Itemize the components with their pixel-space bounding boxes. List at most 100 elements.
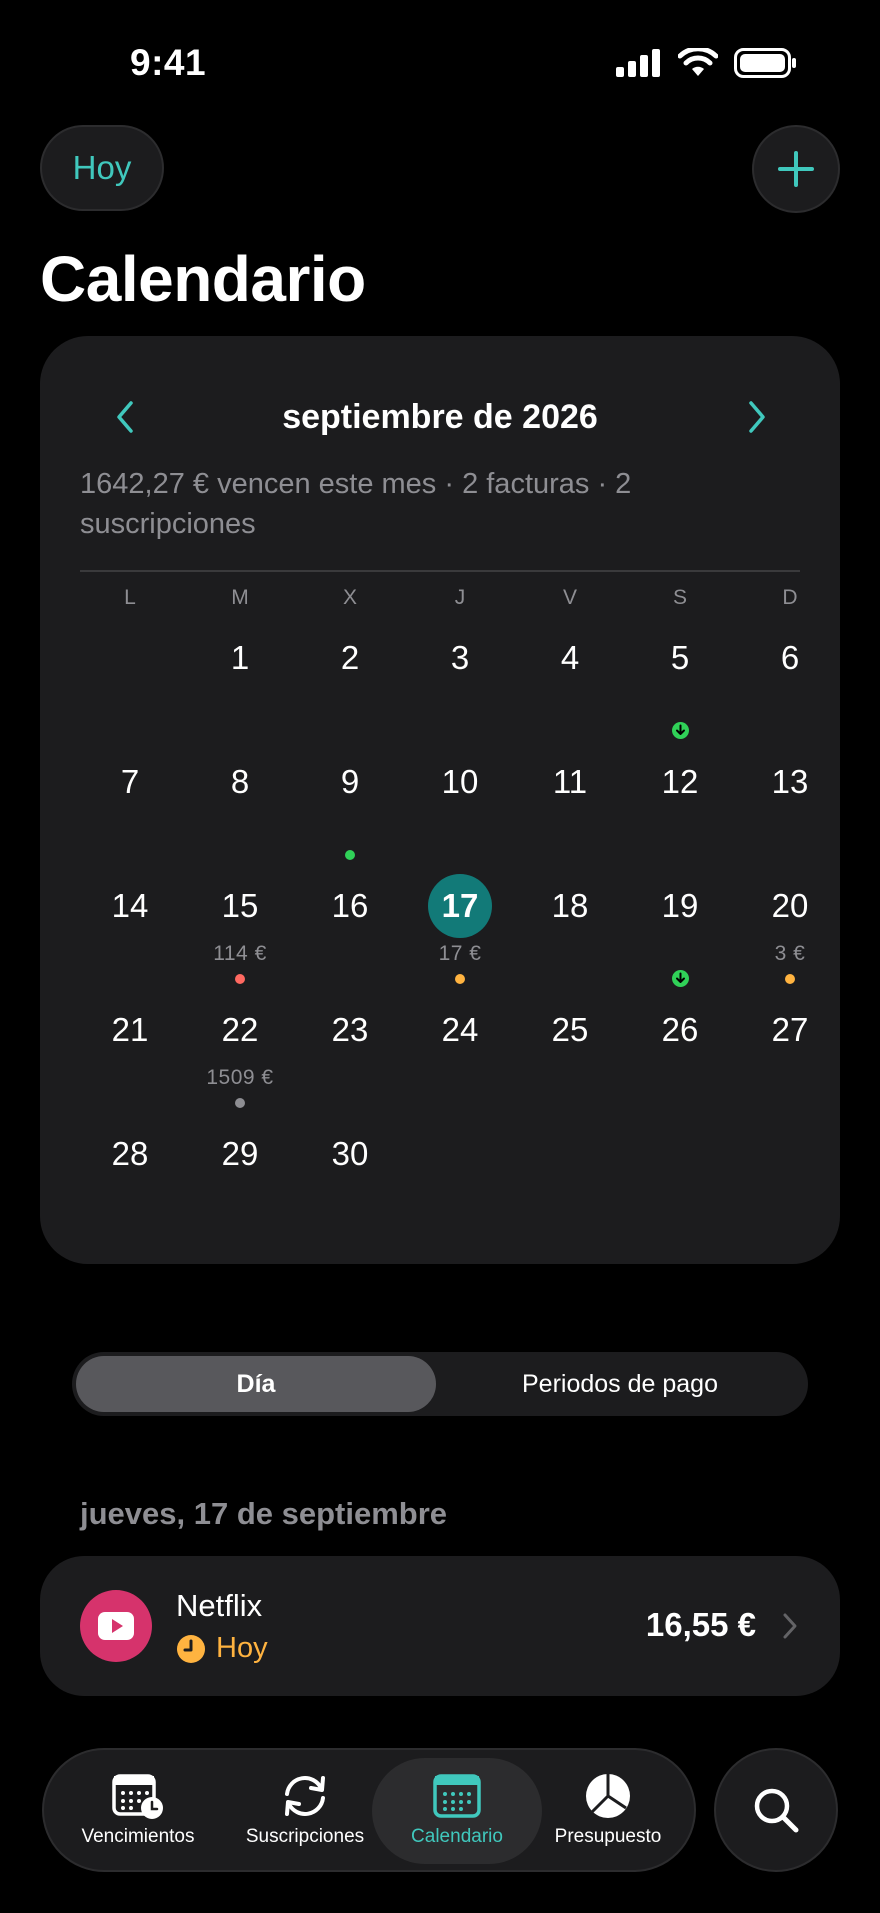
calendar-day[interactable]: 25 — [515, 998, 625, 1122]
refresh-icon — [285, 1776, 325, 1816]
event-dot — [235, 974, 245, 984]
selected-date-heading: jueves, 17 de septiembre — [80, 1496, 448, 1531]
day-number: 15 — [221, 887, 259, 924]
calendar-day-today[interactable]: 17 17 € — [405, 874, 515, 998]
add-button[interactable] — [752, 125, 840, 213]
signal-icon — [616, 49, 660, 77]
day-number: 19 — [661, 887, 699, 924]
day-amount: 3 € — [774, 942, 806, 965]
calendar-header: septiembre de 2026 — [40, 388, 840, 448]
item-name: Netflix — [176, 1588, 263, 1623]
day-number: 25 — [551, 1011, 589, 1048]
day-amount: 1509 € — [206, 1066, 274, 1089]
calendar-day[interactable]: 30 — [295, 1122, 405, 1246]
tab-label: Calendario — [411, 1826, 503, 1847]
income-arrow-icon — [672, 722, 689, 739]
calendar-day[interactable]: 15 114 € — [185, 874, 295, 998]
calendar-day[interactable]: 1 — [185, 626, 295, 750]
month-summary: 1642,27 € vencen este mes · 2 facturas ·… — [80, 468, 632, 540]
day-amount: 17 € — [438, 942, 482, 965]
calendar-day[interactable]: 29 — [185, 1122, 295, 1246]
day-number: 1 — [230, 639, 250, 676]
day-number: 30 — [331, 1135, 369, 1172]
calendar-day[interactable]: 5 — [625, 626, 735, 750]
tab-label: Suscripciones — [245, 1826, 365, 1847]
plus-icon — [778, 151, 814, 187]
day-number: 12 — [661, 763, 699, 800]
weekday-label: M — [231, 586, 249, 609]
event-dot — [455, 974, 465, 984]
payment-item-row[interactable]: Netflix Hoy 16,55 € — [40, 1556, 840, 1696]
page-title: Calendario — [40, 243, 366, 315]
day-number: 28 — [111, 1135, 149, 1172]
calendar-day[interactable]: 12 — [625, 750, 735, 874]
day-number: 6 — [780, 639, 800, 676]
status-time: 9:41 — [130, 42, 207, 83]
status-bar: 9:41 — [0, 0, 880, 120]
calendar-day[interactable]: 4 — [515, 626, 625, 750]
calendar-day[interactable]: 16 — [295, 874, 405, 998]
weekday-label: L — [124, 586, 136, 609]
day-number: 23 — [331, 1011, 369, 1048]
calendar-day[interactable]: 14 — [75, 874, 185, 998]
segment-payment-periods[interactable]: Periodos de pago — [436, 1356, 804, 1412]
calendar-day[interactable]: 18 — [515, 874, 625, 998]
day-number: 5 — [670, 639, 690, 676]
calendar-day[interactable]: 2 — [295, 626, 405, 750]
today-button[interactable]: Hoy — [40, 125, 164, 211]
weekday-label: X — [342, 586, 357, 609]
event-dot — [345, 850, 355, 860]
search-icon — [754, 1788, 799, 1833]
day-number: 20 — [771, 887, 809, 924]
day-number: 2 — [340, 639, 360, 676]
tab-calendario[interactable]: Calendario — [382, 1750, 532, 1870]
day-number: 11 — [552, 763, 588, 800]
pie-chart-icon — [586, 1774, 630, 1818]
day-number: 26 — [661, 1011, 699, 1048]
month-label: septiembre de 2026 — [282, 398, 598, 436]
chevron-right-icon — [783, 1613, 797, 1639]
search-button[interactable] — [714, 1748, 838, 1872]
play-icon — [80, 1590, 152, 1662]
divider — [80, 570, 800, 572]
day-number: 16 — [331, 887, 369, 924]
calendar-day[interactable]: 11 — [515, 750, 625, 874]
event-dot — [785, 974, 795, 984]
calendar-day[interactable]: 23 — [295, 998, 405, 1122]
tab-bar: Vencimientos Suscripciones Calendario Pr… — [42, 1748, 696, 1872]
calendar-day[interactable]: 3 — [405, 626, 515, 750]
tab-suscripciones[interactable]: Suscripciones — [232, 1750, 378, 1870]
calendar-day[interactable]: 20 3 € — [735, 874, 845, 998]
calendar-clock-icon — [112, 1774, 163, 1819]
calendar-day[interactable]: 9 — [295, 750, 405, 874]
day-amount: 114 € — [213, 942, 267, 965]
tab-label: Presupuesto — [554, 1826, 662, 1847]
day-number: 9 — [340, 763, 360, 800]
calendar-day[interactable]: 28 — [75, 1122, 185, 1246]
weekday-label: V — [562, 586, 577, 609]
calendar-day[interactable]: 8 — [185, 750, 295, 874]
calendar-day[interactable]: 21 — [75, 998, 185, 1122]
next-month-button[interactable] — [732, 392, 782, 442]
item-status: Hoy — [176, 1632, 268, 1665]
weekday-label: D — [782, 586, 798, 609]
calendar-day[interactable]: 22 1509 € — [185, 998, 295, 1122]
calendar-day[interactable]: 19 — [625, 874, 735, 998]
income-arrow-icon — [672, 970, 689, 987]
calendar-card: septiembre de 2026 1642,27 € vencen este… — [40, 336, 840, 1264]
calendar-day[interactable]: 27 — [735, 998, 845, 1122]
tab-vencimientos[interactable]: Vencimientos — [62, 1750, 214, 1870]
calendar-day[interactable]: 6 — [735, 626, 845, 750]
calendar-day[interactable]: 13 — [735, 750, 845, 874]
day-number: 4 — [560, 639, 580, 676]
tab-presupuesto[interactable]: Presupuesto — [532, 1750, 684, 1870]
calendar-day[interactable]: 24 — [405, 998, 515, 1122]
segment-day[interactable]: Día — [76, 1356, 436, 1412]
calendar-day[interactable]: 10 — [405, 750, 515, 874]
calendar-day[interactable]: 26 — [625, 998, 735, 1122]
view-segmented-control: Día Periodos de pago — [72, 1352, 808, 1416]
clock-icon — [177, 1634, 205, 1663]
calendar-day[interactable]: 7 — [75, 750, 185, 874]
day-number: 10 — [441, 763, 479, 800]
day-number: 29 — [221, 1135, 259, 1172]
